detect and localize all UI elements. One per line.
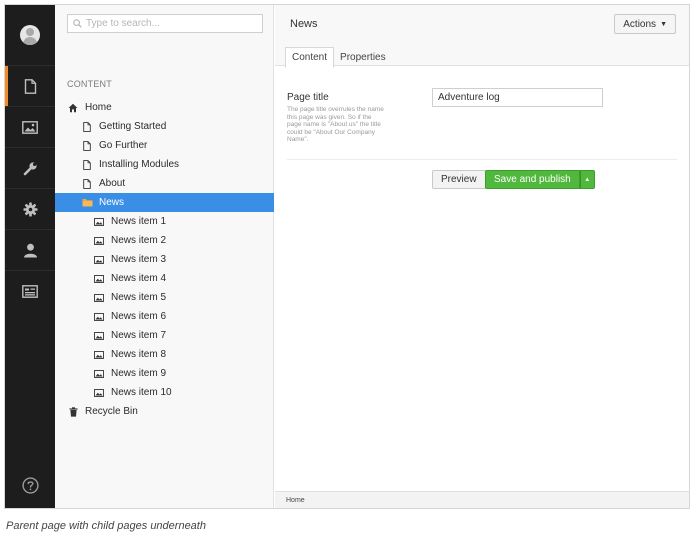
page-title[interactable]: News — [290, 18, 318, 30]
tree-node[interactable]: News item 3 — [55, 250, 274, 269]
tree-node-label: News item 8 — [111, 349, 167, 360]
tree-node-label: News item 10 — [111, 387, 172, 398]
tree-node[interactable]: News item 9 — [55, 364, 274, 383]
tree-node-selected[interactable]: News — [55, 193, 274, 212]
avatar-area — [5, 5, 55, 65]
image-icon — [92, 331, 106, 340]
caret-down-icon: ▼ — [660, 20, 667, 28]
content-tree-panel: CONTENT Home Getting Started Go Further Ins… — [55, 5, 274, 508]
trash-icon — [66, 406, 80, 417]
tree-node-label: Home — [85, 102, 112, 113]
tree-node[interactable]: News item 5 — [55, 288, 274, 307]
home-icon — [66, 103, 80, 113]
document-icon — [80, 121, 94, 132]
tree-node-label: News item 2 — [111, 235, 167, 246]
tree-node-label: Installing Modules — [99, 159, 180, 170]
gear-icon — [23, 202, 37, 216]
tree-node[interactable]: About — [55, 174, 274, 193]
page-title-field-label: Page title — [287, 92, 329, 103]
app-window: CONTENT Home Getting Started Go Further Ins… — [4, 4, 690, 509]
image-caption: Parent page with child pages underneath — [6, 520, 206, 532]
document-icon — [80, 178, 94, 189]
actions-button[interactable]: Actions ▼ — [614, 14, 676, 34]
divider — [287, 159, 677, 160]
avatar[interactable] — [20, 25, 40, 45]
search-icon — [73, 19, 82, 28]
search-box — [67, 14, 263, 33]
tree-node-label: Recycle Bin — [85, 406, 138, 417]
preview-button[interactable]: Preview — [432, 170, 486, 189]
breadcrumb: Home — [275, 491, 689, 508]
image-icon — [92, 369, 106, 378]
image-icon — [92, 312, 106, 321]
tree-node-label: News item 3 — [111, 254, 167, 265]
tree-node-label: News item 9 — [111, 368, 167, 379]
id-card-icon — [22, 284, 38, 298]
image-icon — [92, 350, 106, 359]
tree-node[interactable]: Home — [55, 98, 274, 117]
publish-options-toggle[interactable]: ▲ — [579, 170, 595, 189]
tree-node[interactable]: News item 8 — [55, 345, 274, 364]
image-icon — [92, 236, 106, 245]
tree-node-label: News item 7 — [111, 330, 167, 341]
tree-heading: CONTENT — [67, 79, 112, 89]
tree-node[interactable]: News item 6 — [55, 307, 274, 326]
tree-node[interactable]: News item 4 — [55, 269, 274, 288]
tree-node-label: About — [99, 178, 126, 189]
user-icon — [23, 243, 37, 257]
image-icon — [92, 274, 106, 283]
section-developer[interactable] — [5, 188, 55, 229]
folder-icon — [80, 198, 94, 207]
editor-header: News Actions ▼ Content Properties — [275, 5, 689, 68]
publish-button-group: Save and publish ▲ — [485, 170, 595, 189]
section-members[interactable] — [5, 270, 55, 311]
image-icon — [92, 293, 106, 302]
wrench-icon — [23, 161, 37, 175]
help-icon[interactable] — [21, 477, 39, 494]
image-icon — [92, 217, 106, 226]
tree-node-label: News item 4 — [111, 273, 167, 284]
save-and-publish-button[interactable]: Save and publish — [485, 170, 580, 189]
tree-node[interactable]: News item 2 — [55, 231, 274, 250]
page-title-field-description: The page title overrules the name this p… — [287, 106, 384, 143]
tree-node-label: News — [99, 197, 125, 208]
tree-node[interactable]: Installing Modules — [55, 155, 274, 174]
section-settings[interactable] — [5, 147, 55, 188]
tree-node[interactable]: Recycle Bin — [55, 402, 274, 421]
image-icon — [22, 120, 38, 134]
tab-content[interactable]: Content — [285, 47, 335, 68]
tree-node[interactable]: News item 1 — [55, 212, 274, 231]
section-rail — [5, 5, 55, 508]
actions-button-label: Actions — [623, 18, 657, 30]
tree-node[interactable]: News item 7 — [55, 326, 274, 345]
document-icon — [24, 78, 36, 94]
editor-tabs: Content Properties — [285, 47, 392, 68]
tree-node-label: Go Further — [99, 140, 148, 151]
tree-node[interactable]: Go Further — [55, 136, 274, 155]
help-area — [5, 477, 55, 494]
caret-up-icon: ▲ — [584, 176, 591, 183]
document-icon — [80, 159, 94, 170]
image-icon — [92, 255, 106, 264]
tab-properties[interactable]: Properties — [334, 47, 392, 67]
search-input[interactable] — [86, 18, 256, 29]
tree-node-label: News item 5 — [111, 292, 167, 303]
editor-main: News Actions ▼ Content Properties Page t… — [275, 5, 689, 508]
tree-list: Home Getting Started Go Further Installing … — [55, 98, 274, 421]
tree-node-label: News item 6 — [111, 311, 167, 322]
image-icon — [92, 388, 106, 397]
page-title-input[interactable] — [432, 88, 603, 107]
section-media[interactable] — [5, 106, 55, 147]
document-icon — [80, 140, 94, 151]
tree-node-label: News item 1 — [111, 216, 167, 227]
breadcrumb-item-home[interactable]: Home — [286, 497, 305, 504]
tree-node-label: Getting Started — [99, 121, 167, 132]
section-users[interactable] — [5, 229, 55, 270]
section-content[interactable] — [5, 65, 55, 106]
tree-node[interactable]: Getting Started — [55, 117, 274, 136]
tree-node[interactable]: News item 10 — [55, 383, 274, 402]
